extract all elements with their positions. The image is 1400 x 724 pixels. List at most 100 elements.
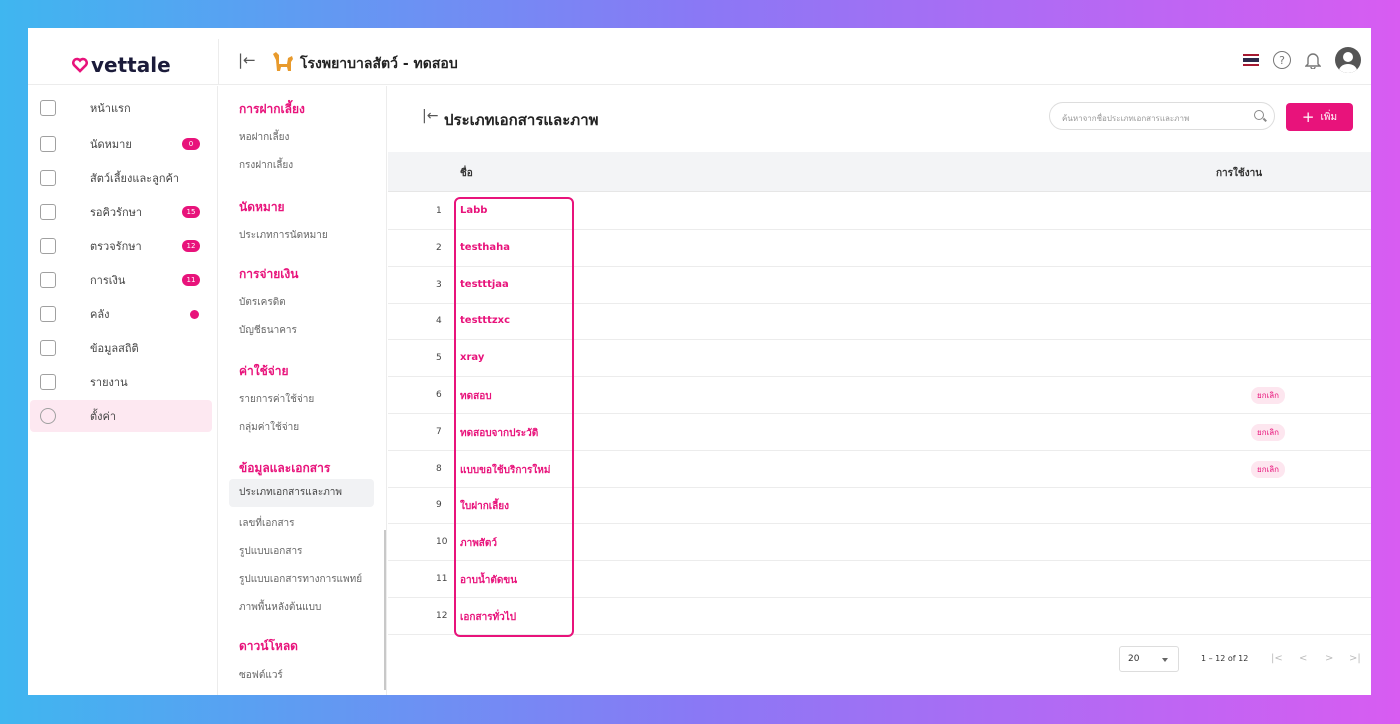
row-number: 6	[436, 390, 442, 400]
search-placeholder: ค้นหาจากชื่อประเภทเอกสารและภาพ	[1062, 114, 1190, 123]
submenu-item[interactable]: กลุ่มค่าใช้จ่าย	[239, 420, 299, 435]
sidebar-item-label: สัตว์เลี้ยงและลูกค้า	[90, 172, 180, 185]
column-header-usage[interactable]: การใช้งาน	[1216, 166, 1262, 181]
submenu-item[interactable]: บัญชีธนาคาร	[239, 323, 297, 338]
submenu-item-document-types[interactable]: ประเภทเอกสารและภาพ	[229, 479, 374, 507]
divider	[218, 39, 219, 85]
logo-text: vettale	[91, 53, 171, 77]
next-page-icon[interactable]: >	[1325, 653, 1333, 664]
box-icon	[40, 306, 56, 322]
settings-submenu: การฝากเลี้ยง หอฝากเลี้ยง กรงฝากเลี้ยง นั…	[219, 86, 387, 695]
notification-dot	[190, 309, 199, 319]
thai-flag-icon[interactable]	[1243, 54, 1259, 66]
page-size-select[interactable]: 20	[1119, 646, 1179, 672]
name-column-highlight	[454, 197, 574, 637]
sidebar-item-label: นัดหมาย	[90, 138, 132, 151]
table-header: ชื่อ การใช้งาน	[388, 152, 1371, 192]
row-number: 11	[436, 574, 448, 584]
report-icon	[40, 374, 56, 390]
sidebar-item-queue[interactable]: รอคิวรักษา 15	[30, 196, 212, 228]
submenu-item[interactable]: ซอฟต์แวร์	[239, 668, 283, 683]
prev-page-icon[interactable]: <	[1299, 653, 1307, 664]
collapse-sidebar-icon[interactable]: |←	[238, 51, 256, 69]
sidebar-item-stats[interactable]: ข้อมูลสถิติ	[30, 332, 212, 364]
sidebar-item-label: ข้อมูลสถิติ	[90, 342, 139, 355]
topbar-actions: ?	[1243, 47, 1361, 73]
sidebar-item-label: รายงาน	[90, 376, 128, 389]
last-page-icon[interactable]: >|	[1349, 653, 1361, 664]
sidebar-item-appointments[interactable]: นัดหมาย 0	[30, 128, 212, 160]
gear-icon	[40, 408, 56, 424]
heart-logo-icon	[72, 57, 88, 73]
sidebar-item-label: การเงิน	[90, 274, 126, 287]
logo[interactable]: vettale	[72, 53, 171, 77]
row-number: 8	[436, 463, 442, 474]
sidebar-item-inventory[interactable]: คลัง	[30, 298, 212, 330]
sidebar-item-label: ตั้งค่า	[90, 410, 117, 423]
submenu-item[interactable]: บัตรเครดิต	[239, 295, 286, 310]
plus-icon: +	[1301, 107, 1315, 126]
add-button-label: เพิ่ม	[1320, 111, 1338, 123]
submenu-item[interactable]: กรงฝากเลี้ยง	[239, 158, 293, 173]
submenu-section-title: การจ่ายเงิน	[239, 267, 299, 281]
submenu-item[interactable]: เลขที่เอกสาร	[239, 516, 295, 531]
chevron-down-icon	[1162, 658, 1168, 662]
submenu-item[interactable]: รูปแบบเอกสาร	[239, 544, 302, 559]
sidebar-item-label: รอคิวรักษา	[90, 206, 143, 219]
submenu-section-title: ข้อมูลและเอกสาร	[239, 461, 331, 475]
pagination: 20 1 – 12 of 12 |< < > >|	[1119, 646, 1371, 676]
queue-icon	[40, 204, 56, 220]
row-number: 10	[436, 537, 448, 548]
submenu-section-title: ค่าใช้จ่าย	[239, 364, 289, 378]
row-number: 9	[436, 500, 442, 511]
page-size-value: 20	[1128, 654, 1140, 664]
app-window: vettale |← โรงพยาบาลสัตว์ - ทดสอบ ? หน้า…	[28, 28, 1371, 695]
submenu-item[interactable]: ประเภทการนัดหมาย	[239, 228, 328, 243]
sidebar-item-settings[interactable]: ตั้งค่า	[30, 400, 212, 432]
dog-icon	[273, 52, 293, 71]
money-icon	[40, 272, 56, 288]
status-badge: ยกเลิก	[1251, 423, 1286, 441]
count-badge: 12	[182, 240, 200, 252]
paw-icon	[40, 170, 56, 186]
sidebar-item-treatment[interactable]: ตรวจรักษา 12	[30, 230, 212, 262]
column-header-name[interactable]: ชื่อ	[460, 166, 473, 181]
sidebar-item-label: ตรวจรักษา	[90, 240, 142, 253]
sidebar-item-pets[interactable]: สัตว์เลี้ยงและลูกค้า	[30, 162, 212, 194]
calendar-icon	[40, 136, 56, 152]
row-number: 2	[436, 242, 442, 253]
collapse-submenu-icon[interactable]: |←	[422, 108, 438, 124]
row-number: 12	[436, 610, 448, 621]
search-icon[interactable]	[1254, 110, 1264, 120]
home-icon	[40, 100, 56, 116]
page-range: 1 – 12 of 12	[1201, 654, 1249, 663]
submenu-item[interactable]: รายการค่าใช้จ่าย	[239, 392, 314, 407]
status-badge: ยกเลิก	[1251, 387, 1286, 404]
submenu-item[interactable]: รูปแบบเอกสารทางการแพทย์	[239, 572, 362, 587]
row-number: 1	[436, 206, 442, 216]
status-badge: ยกเลิก	[1251, 460, 1286, 478]
count-badge: 15	[182, 206, 200, 218]
top-bar: vettale |← โรงพยาบาลสัตว์ - ทดสอบ ?	[28, 39, 1371, 85]
avatar[interactable]	[1335, 47, 1361, 73]
sidebar-item-finance[interactable]: การเงิน 11	[30, 264, 212, 296]
page-title: ประเภทเอกสารและภาพ	[444, 111, 599, 129]
bell-icon[interactable]	[1305, 51, 1321, 69]
row-number: 3	[436, 279, 442, 290]
submenu-section-title: การฝากเลี้ยง	[239, 102, 305, 116]
count-badge: 11	[182, 274, 200, 286]
clinic-name[interactable]: โรงพยาบาลสัตว์ - ทดสอบ	[300, 53, 458, 75]
count-badge: 0	[182, 138, 200, 150]
search-input[interactable]: ค้นหาจากชื่อประเภทเอกสารและภาพ	[1049, 102, 1275, 130]
add-button[interactable]: + เพิ่ม	[1286, 103, 1353, 131]
help-icon[interactable]: ?	[1273, 51, 1291, 69]
sidebar: หน้าแรก นัดหมาย 0 สัตว์เลี้ยงและลูกค้า ร…	[28, 86, 218, 695]
sidebar-item-home[interactable]: หน้าแรก	[30, 92, 212, 124]
sidebar-item-reports[interactable]: รายงาน	[30, 366, 212, 398]
main-content: |← ประเภทเอกสารและภาพ ค้นหาจากชื่อประเภท…	[388, 86, 1371, 695]
first-page-icon[interactable]: |<	[1271, 653, 1283, 664]
submenu-item[interactable]: ภาพพื้นหลังต้นแบบ	[239, 600, 321, 615]
submenu-section-title: นัดหมาย	[239, 200, 285, 214]
submenu-scrollbar[interactable]	[384, 530, 386, 690]
submenu-item[interactable]: หอฝากเลี้ยง	[239, 130, 289, 145]
